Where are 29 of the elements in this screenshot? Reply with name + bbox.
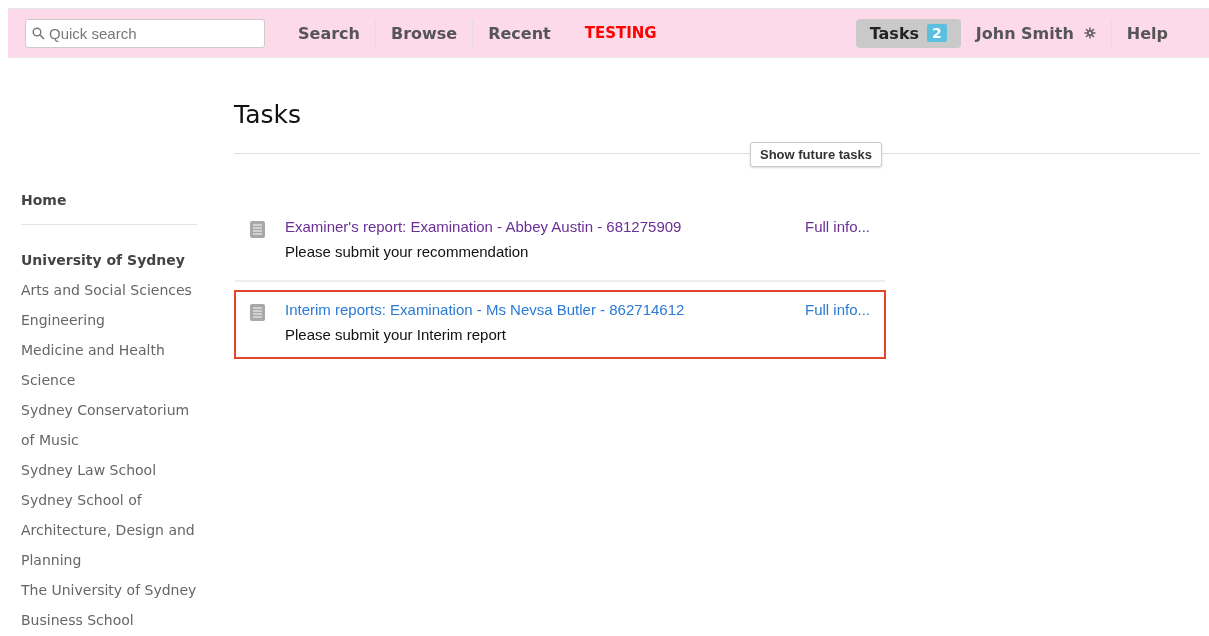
sidebar-item[interactable]: Engineering <box>21 305 197 335</box>
sidebar-heading: University of Sydney <box>21 251 186 270</box>
tasks-tab[interactable]: Tasks 2 <box>855 18 961 48</box>
sidebar-item[interactable]: Arts and Social Sciences <box>21 275 197 305</box>
sidebar-item[interactable]: Medicine and Health Science <box>21 335 197 395</box>
quick-search-field[interactable]: Quick search <box>25 18 265 48</box>
full-info-link[interactable]: Full info... <box>804 301 870 318</box>
home-link[interactable]: Home <box>21 192 197 208</box>
task-link[interactable]: Examiner's report: Examination - Abbey Austin - 681275909 <box>285 218 682 235</box>
sidebar-item[interactable]: The University of Sydney Business School <box>21 575 197 635</box>
document-icon <box>250 303 265 321</box>
document-icon <box>250 220 265 238</box>
user-menu[interactable]: John Smith <box>960 19 1111 47</box>
help-link[interactable]: Help <box>1110 19 1183 47</box>
show-future-tasks-button[interactable]: Show future tasks <box>750 142 882 167</box>
gear-icon <box>1083 27 1096 39</box>
task-note: Please submit your recommendation <box>285 243 530 260</box>
nav-link[interactable]: Recent <box>472 19 566 47</box>
task-link[interactable]: Interim reports: Examination - Ms Nevsa Butler - 862714612 <box>285 301 685 318</box>
sidebar-item[interactable]: Sydney School of Architecture, Design and Planning <box>21 485 197 575</box>
nav-link[interactable]: TESTING <box>569 20 672 46</box>
sidebar-item[interactable]: Sydney Law School <box>21 455 197 485</box>
task-count-badge: 2 <box>927 24 947 42</box>
full-info-link[interactable]: Full info... <box>804 218 870 235</box>
task-note: Please submit your Interim report <box>285 326 507 343</box>
nav-link[interactable]: Search <box>283 19 375 47</box>
sidebar-item[interactable]: Sydney Conservatorium of Music <box>21 395 197 455</box>
nav-link[interactable]: Browse <box>374 19 473 47</box>
page-title: Tasks <box>234 100 302 129</box>
